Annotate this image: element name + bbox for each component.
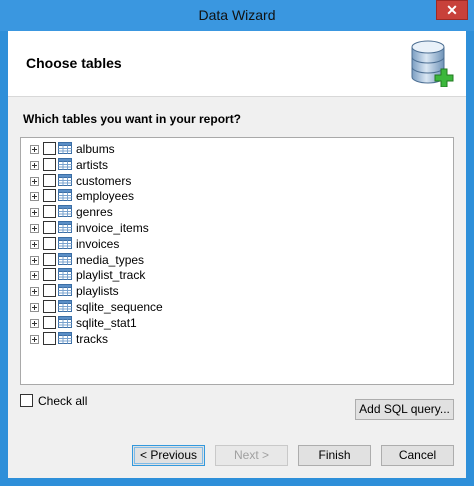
previous-button[interactable]: < Previous (132, 445, 205, 466)
table-checkbox[interactable] (43, 157, 56, 171)
table-icon (58, 221, 72, 233)
table-item[interactable]: customers (21, 173, 441, 189)
table-label: sqlite_stat1 (76, 315, 137, 330)
table-icon (58, 315, 72, 328)
table-checkbox[interactable] (43, 142, 56, 155)
table-icon (58, 300, 72, 312)
table-label: tracks (76, 331, 109, 346)
table-checkbox[interactable] (43, 205, 56, 219)
table-label: albums (76, 142, 115, 156)
table-checkbox[interactable] (43, 315, 56, 329)
finish-button[interactable]: Finish (298, 445, 371, 466)
table-label: genres (76, 205, 113, 220)
table-label: media_types (76, 252, 145, 267)
expand-icon[interactable] (30, 334, 39, 344)
expand-icon[interactable] (30, 239, 39, 249)
table-icon (58, 331, 72, 344)
table-label: invoices (76, 236, 120, 251)
table-icon (58, 268, 72, 281)
table-item[interactable]: playlist_track (21, 267, 441, 283)
table-item[interactable]: employees (21, 188, 441, 204)
title-bar[interactable]: Data Wizard ✕ (0, 0, 474, 31)
table-checkbox[interactable] (43, 284, 56, 298)
expand-icon[interactable] (30, 208, 39, 218)
expand-icon[interactable] (30, 271, 39, 281)
table-icon (58, 189, 72, 202)
table-checkbox[interactable] (43, 300, 56, 313)
expand-icon[interactable] (30, 160, 39, 170)
table-label: sqlite_sequence (76, 300, 163, 314)
wizard-header: Choose tables (8, 31, 466, 97)
table-item[interactable]: genres (21, 204, 441, 220)
table-item[interactable]: playlists (21, 283, 441, 299)
close-button[interactable]: ✕ (436, 0, 468, 20)
expand-icon[interactable] (30, 255, 39, 265)
expand-icon[interactable] (30, 145, 39, 154)
table-item[interactable]: invoices (21, 236, 441, 252)
table-checkbox[interactable] (43, 331, 56, 345)
cancel-button[interactable]: Cancel (381, 445, 454, 466)
data-wizard-window: Data Wizard ✕ Choose tables Which tables… (0, 0, 474, 486)
table-icon (58, 205, 72, 218)
check-all-label: Check all (38, 394, 88, 408)
table-label: employees (76, 189, 135, 204)
table-icon (58, 142, 72, 154)
table-item[interactable]: artists (21, 157, 441, 173)
table-item[interactable]: invoice_items (21, 220, 441, 236)
table-item[interactable]: tracks (21, 331, 441, 347)
table-item[interactable]: albums (21, 141, 441, 157)
table-checkbox[interactable] (43, 236, 56, 250)
expand-icon[interactable] (30, 192, 39, 202)
table-label: customers (76, 173, 132, 188)
tables-tree[interactable]: albums artists customers employees genres inv… (20, 137, 454, 385)
table-label: invoice_items (76, 221, 149, 235)
add-sql-query-button[interactable]: Add SQL query... (355, 399, 454, 420)
table-item[interactable]: sqlite_stat1 (21, 315, 441, 331)
table-checkbox[interactable] (43, 189, 56, 203)
table-checkbox[interactable] (43, 173, 56, 187)
check-all-checkbox[interactable] (20, 394, 33, 407)
expand-icon[interactable] (30, 318, 39, 328)
table-checkbox[interactable] (43, 252, 56, 266)
table-item[interactable]: media_types (21, 252, 441, 268)
table-icon (58, 284, 72, 297)
table-label: artists (76, 157, 109, 172)
dialog-body: Choose tables Which tables you want in y… (8, 31, 466, 478)
expand-icon[interactable] (30, 224, 39, 233)
table-icon (58, 157, 72, 170)
table-label: playlist_track (76, 268, 146, 283)
database-add-icon (411, 40, 454, 87)
close-icon: ✕ (446, 2, 458, 18)
expand-icon[interactable] (30, 176, 39, 186)
table-icon (58, 173, 72, 186)
expand-icon[interactable] (30, 303, 39, 312)
expand-icon[interactable] (30, 287, 39, 297)
tables-prompt: Which tables you want in your report? (23, 112, 242, 126)
window-title: Data Wizard (198, 7, 276, 23)
table-icon (58, 236, 72, 249)
next-button[interactable]: Next > (215, 445, 288, 466)
table-item[interactable]: sqlite_sequence (21, 299, 441, 315)
page-title: Choose tables (26, 55, 122, 71)
table-icon (58, 252, 72, 265)
table-checkbox[interactable] (43, 268, 56, 282)
table-checkbox[interactable] (43, 221, 56, 234)
table-label: playlists (76, 284, 119, 299)
